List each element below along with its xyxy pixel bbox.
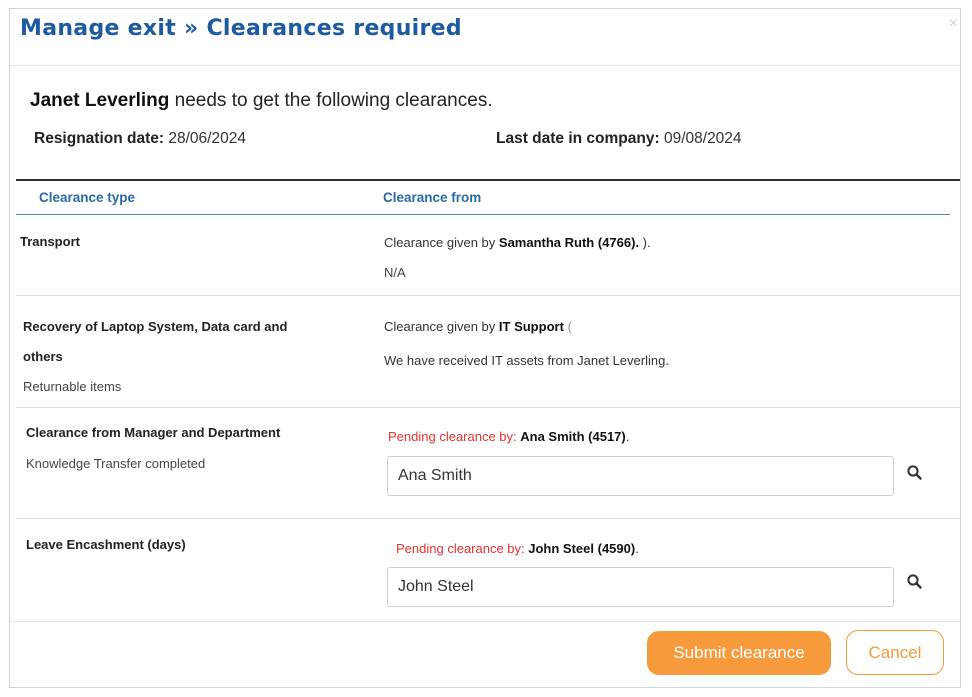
row-laptop-type-line2: others xyxy=(23,349,63,364)
dialog-title: Manage exit » Clearances required xyxy=(20,16,462,41)
footer-divider xyxy=(10,621,960,622)
manager-approver-input[interactable]: Ana Smith xyxy=(387,456,894,496)
row-leave-pending: Pending clearance by: John Steel (4590). xyxy=(396,541,639,556)
resignation-date-value: 28/06/2024 xyxy=(168,130,246,147)
resignation-date: Resignation date: 28/06/2024 xyxy=(34,130,246,148)
row-laptop-note: We have received IT assets from Janet Le… xyxy=(384,353,669,368)
search-icon[interactable] xyxy=(906,464,924,482)
submit-clearance-button[interactable]: Submit clearance xyxy=(647,631,831,675)
row-laptop-from: Clearance given by IT Support ( xyxy=(384,319,572,334)
row-manager-pending: Pending clearance by: Ana Smith (4517). xyxy=(388,429,629,444)
row-transport-type: Transport xyxy=(20,234,80,249)
pending-label: Pending clearance by: xyxy=(388,429,521,444)
row-divider xyxy=(16,295,960,296)
header-clearance-from: Clearance from xyxy=(383,190,482,205)
row-laptop-type-line1: Recovery of Laptop System, Data card and xyxy=(23,319,288,334)
intro-text: Janet Leverling needs to get the followi… xyxy=(30,90,493,112)
clearance-given-name: Samantha Ruth (4766). xyxy=(498,235,640,250)
row-divider xyxy=(16,518,960,519)
clearance-given-suffix: ( xyxy=(563,319,572,334)
resignation-date-label: Resignation date: xyxy=(34,130,165,147)
clearance-given-prefix: Clearance given by xyxy=(384,319,499,334)
pending-name: Ana Smith (4517) xyxy=(520,429,626,444)
clearance-given-name: IT Support xyxy=(498,319,564,334)
pending-suffix: . xyxy=(625,429,630,444)
employee-name: Janet Leverling xyxy=(30,90,170,111)
search-icon[interactable] xyxy=(906,573,924,591)
last-date-value: 09/08/2024 xyxy=(663,130,742,147)
title-divider xyxy=(10,65,960,66)
row-transport-from: Clearance given by Samantha Ruth (4766).… xyxy=(384,235,651,250)
pending-suffix: . xyxy=(635,541,639,556)
cancel-button[interactable]: Cancel xyxy=(846,630,944,675)
pending-label: Pending clearance by: xyxy=(396,541,529,556)
last-date: Last date in company: 09/08/2024 xyxy=(496,130,742,148)
row-manager-subtext: Knowledge Transfer completed xyxy=(26,456,206,471)
row-laptop-subtext: Returnable items xyxy=(23,379,122,394)
close-icon[interactable]: × xyxy=(949,15,958,33)
row-manager-type: Clearance from Manager and Department xyxy=(26,425,281,440)
clearances-dialog: Manage exit » Clearances required × Jane… xyxy=(9,8,961,688)
row-leave-type: Leave Encashment (days) xyxy=(26,537,186,552)
section-divider xyxy=(16,179,960,181)
header-divider xyxy=(16,214,950,215)
pending-name: John Steel (4590) xyxy=(528,541,636,556)
row-transport-note: N/A xyxy=(384,265,406,280)
row-divider xyxy=(16,407,960,408)
last-date-label: Last date in company: xyxy=(496,130,660,147)
clearance-given-prefix: Clearance given by xyxy=(384,235,499,250)
clearance-given-suffix: ). xyxy=(639,235,651,250)
intro-message: needs to get the following clearances. xyxy=(169,90,493,111)
header-clearance-type: Clearance type xyxy=(39,190,136,205)
leave-approver-input[interactable]: John Steel xyxy=(387,567,894,607)
